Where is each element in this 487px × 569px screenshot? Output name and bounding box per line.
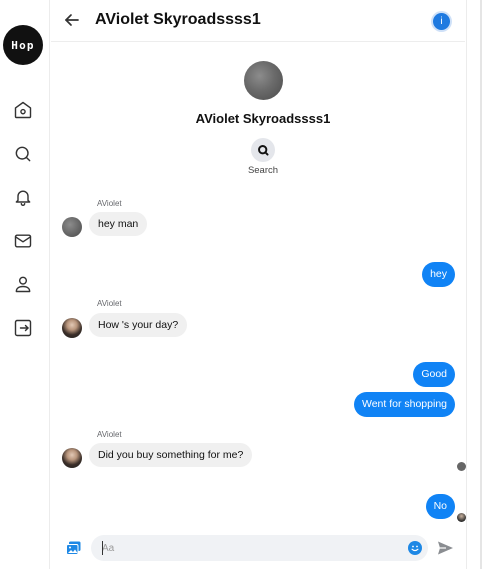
- avatar: [62, 448, 82, 468]
- mail-icon[interactable]: [12, 230, 34, 252]
- arrow-left-icon[interactable]: [64, 12, 80, 28]
- message-sender: AViolet: [97, 430, 122, 439]
- message-bubble-incoming: hey man: [89, 212, 148, 236]
- profile-avatar[interactable]: [244, 61, 283, 100]
- sidebar: Hop: [0, 0, 50, 569]
- search-icon[interactable]: [12, 143, 34, 165]
- message-sender: AViolet: [97, 299, 122, 308]
- message-bubble-incoming: How 's your day?: [89, 313, 188, 337]
- profile-search-button[interactable]: [251, 138, 275, 162]
- send-icon[interactable]: [437, 540, 454, 556]
- home-icon[interactable]: [12, 99, 34, 121]
- emoji-icon[interactable]: [408, 541, 422, 555]
- profile-name: AViolet Skyroadssss1: [195, 111, 331, 126]
- info-icon[interactable]: i: [433, 13, 450, 30]
- profile-search-label: Search: [247, 165, 279, 176]
- chat-title: AViolet Skyroadssss1: [95, 11, 261, 28]
- message-bubble-outgoing: Good: [413, 362, 455, 387]
- photo-icon[interactable]: [66, 541, 81, 555]
- avatar: [62, 318, 82, 338]
- input-caret: [102, 541, 103, 555]
- avatar: [62, 217, 82, 237]
- logout-icon[interactable]: [12, 317, 34, 339]
- message-input[interactable]: [91, 535, 428, 561]
- typing-indicator-dot: [457, 462, 466, 471]
- app-logo[interactable]: Hop: [3, 25, 43, 65]
- chat-header: AViolet Skyroadssss1 i: [51, 0, 465, 42]
- scrollbar[interactable]: [480, 0, 482, 569]
- right-panel-edge: [466, 0, 487, 569]
- message-sender: AViolet: [97, 199, 122, 208]
- message-bubble-incoming: Did you buy something for me?: [89, 443, 253, 467]
- user-icon[interactable]: [12, 273, 34, 295]
- chat-pane: AViolet Skyroadssss1 i AViolet Skyroadss…: [51, 0, 466, 569]
- message-bubble-outgoing: No: [425, 494, 455, 519]
- bell-icon[interactable]: [12, 186, 34, 208]
- seen-avatar: [457, 513, 466, 522]
- search-icon: [257, 144, 269, 156]
- message-bubble-outgoing: Went for shopping: [353, 392, 455, 417]
- message-bubble-outgoing: hey: [422, 262, 455, 287]
